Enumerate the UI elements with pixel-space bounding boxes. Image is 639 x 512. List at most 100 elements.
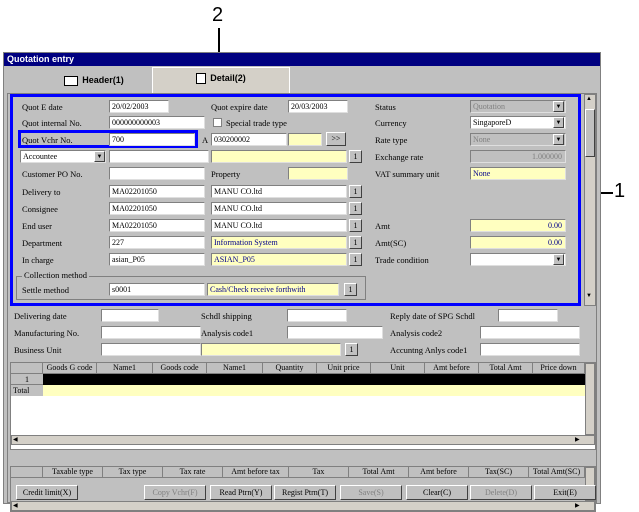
end-user-name[interactable]: MANU CO.ltd [211, 219, 347, 232]
next-vchr-button[interactable]: >> [326, 132, 346, 146]
end-user-code[interactable]: MA02201050 [109, 219, 205, 232]
trade-condition-label: Trade condition [375, 255, 429, 265]
column-header[interactable]: Unit [371, 363, 425, 374]
chevron-down-icon[interactable]: ▼ [94, 151, 105, 162]
tab-header[interactable]: Header(1) [44, 69, 144, 91]
settle-lookup-button[interactable]: 1 [344, 283, 357, 296]
business-unit-lookup-button[interactable]: 1 [345, 343, 358, 356]
column-header[interactable]: Total Amt [479, 363, 533, 374]
column-header[interactable]: Taxable type [43, 467, 103, 478]
currency-select[interactable]: SingaporeD [470, 116, 566, 129]
accountee-name-field[interactable] [211, 150, 347, 163]
chevron-down-icon[interactable]: ▼ [553, 101, 564, 112]
quot-e-date-field[interactable]: 20/02/2003 [109, 100, 169, 113]
column-header[interactable]: Name1 [207, 363, 263, 374]
delivering-date-field[interactable] [101, 309, 159, 322]
schdl-shipping-field[interactable] [287, 309, 347, 322]
accounting-anlys-label: Accuntng Anlys code1 [390, 345, 468, 355]
accounting-anlys-field[interactable] [480, 343, 580, 356]
property-field[interactable] [288, 167, 348, 180]
column-header[interactable]: Name1 [97, 363, 153, 374]
consignee-lookup-button[interactable]: 1 [349, 202, 362, 215]
clear-button[interactable]: Clear(C) [406, 485, 468, 500]
copy-vchr-button[interactable]: Copy Vchr(F) [144, 485, 206, 500]
amt-field[interactable]: 0.00 [470, 219, 566, 232]
exit-button[interactable]: Exit(E) [534, 485, 596, 500]
column-header[interactable]: Goods code [153, 363, 207, 374]
column-header[interactable]: Quantity [263, 363, 317, 374]
scroll-up-icon[interactable]: ▲ [586, 96, 592, 102]
regist-ptrn-button[interactable]: Regist Ptrn(T) [274, 485, 336, 500]
consignee-name[interactable]: MANU CO.ltd [211, 202, 347, 215]
goods-grid[interactable]: Goods G code Name1 Goods code Name1 Quan… [10, 362, 596, 450]
scroll-thumb[interactable] [585, 109, 595, 157]
goods-vertical-scrollbar[interactable] [585, 363, 595, 435]
trade-condition-select[interactable] [470, 253, 566, 266]
column-header[interactable]: Amt before [425, 363, 479, 374]
status-select[interactable]: Quotation [470, 100, 566, 113]
in-charge-lookup-button[interactable]: 1 [349, 253, 362, 266]
credit-limit-button[interactable]: Credit limit(X) [16, 485, 78, 500]
analysis2-field[interactable] [480, 326, 580, 339]
rate-type-select[interactable]: None [470, 133, 566, 146]
tax-horizontal-scrollbar[interactable]: ◀ ▶ [11, 501, 595, 511]
business-unit-name[interactable] [201, 343, 341, 356]
a-field[interactable]: 030200002 [211, 133, 287, 146]
save-button[interactable]: Save(S) [340, 485, 402, 500]
column-header[interactable]: Goods G code [43, 363, 97, 374]
department-lookup-button[interactable]: 1 [349, 236, 362, 249]
column-header[interactable]: Tax type [103, 467, 163, 478]
department-code[interactable]: 227 [109, 236, 205, 249]
column-header[interactable]: Amt before [409, 467, 469, 478]
column-header[interactable]: Price down [533, 363, 585, 374]
delivery-to-name[interactable]: MANU CO.ltd [211, 185, 347, 198]
column-header[interactable]: Tax [289, 467, 349, 478]
upper-vertical-scrollbar[interactable]: ▲ ▼ [584, 94, 596, 306]
in-charge-code[interactable]: asian_P05 [109, 253, 205, 266]
delete-button[interactable]: Delete(D) [470, 485, 532, 500]
goods-horizontal-scrollbar[interactable]: ◀ ▶ [11, 435, 595, 445]
table-row[interactable] [43, 374, 595, 385]
column-header[interactable]: Tax(SC) [469, 467, 529, 478]
business-unit-code[interactable] [101, 343, 201, 356]
read-ptrn-button[interactable]: Read Ptrn(Y) [210, 485, 272, 500]
column-header[interactable]: Total Amt(SC) [529, 467, 585, 478]
delivery-to-code[interactable]: MA02201050 [109, 185, 205, 198]
end-user-lookup-button[interactable]: 1 [349, 219, 362, 232]
vchr-no-field[interactable]: 700 [109, 133, 195, 146]
delivery-to-lookup-button[interactable]: 1 [349, 185, 362, 198]
internal-no-field[interactable]: 000000000003 [109, 116, 205, 129]
quot-expire-field[interactable]: 20/03/2003 [288, 100, 348, 113]
consignee-code[interactable]: MA02201050 [109, 202, 205, 215]
special-trade-checkbox[interactable] [213, 118, 222, 127]
accountee-lookup-button[interactable]: 1 [349, 150, 362, 163]
column-header[interactable]: Amt before tax [223, 467, 289, 478]
vat-summary-field[interactable]: None [470, 167, 566, 180]
reply-date-field[interactable] [498, 309, 558, 322]
scroll-right-icon[interactable]: ▶ [575, 436, 580, 443]
column-header[interactable]: Tax rate [163, 467, 223, 478]
amt-sc-field[interactable]: 0.00 [470, 236, 566, 249]
a-suffix-field[interactable] [288, 133, 322, 146]
in-charge-name[interactable]: ASIAN_P05 [211, 253, 347, 266]
customer-po-field[interactable] [109, 167, 205, 180]
settle-code[interactable]: s0001 [109, 283, 205, 296]
row-number[interactable]: 1 [11, 374, 43, 385]
column-header[interactable]: Unit price [317, 363, 371, 374]
scroll-down-icon[interactable]: ▼ [586, 293, 592, 299]
manufacturing-field[interactable] [101, 326, 201, 339]
analysis1-field[interactable] [287, 326, 383, 339]
customer-po-label: Customer PO No. [22, 169, 83, 179]
exchange-rate-field[interactable]: 1.000000 [470, 150, 566, 163]
schdl-shipping-label: Schdl shipping [201, 311, 252, 321]
scroll-left-icon[interactable]: ◀ [13, 436, 18, 443]
department-name[interactable]: Information System [211, 236, 347, 249]
chevron-down-icon[interactable]: ▼ [553, 134, 564, 145]
accountee-code-field[interactable] [109, 150, 209, 163]
tab-detail[interactable]: Detail(2) [152, 67, 290, 93]
chevron-down-icon[interactable]: ▼ [553, 117, 564, 128]
column-header[interactable]: Total Amt [349, 467, 409, 478]
book-icon [64, 75, 79, 86]
chevron-down-icon[interactable]: ▼ [553, 254, 564, 265]
settle-name[interactable]: Cash/Check receive forthwith [207, 283, 339, 296]
